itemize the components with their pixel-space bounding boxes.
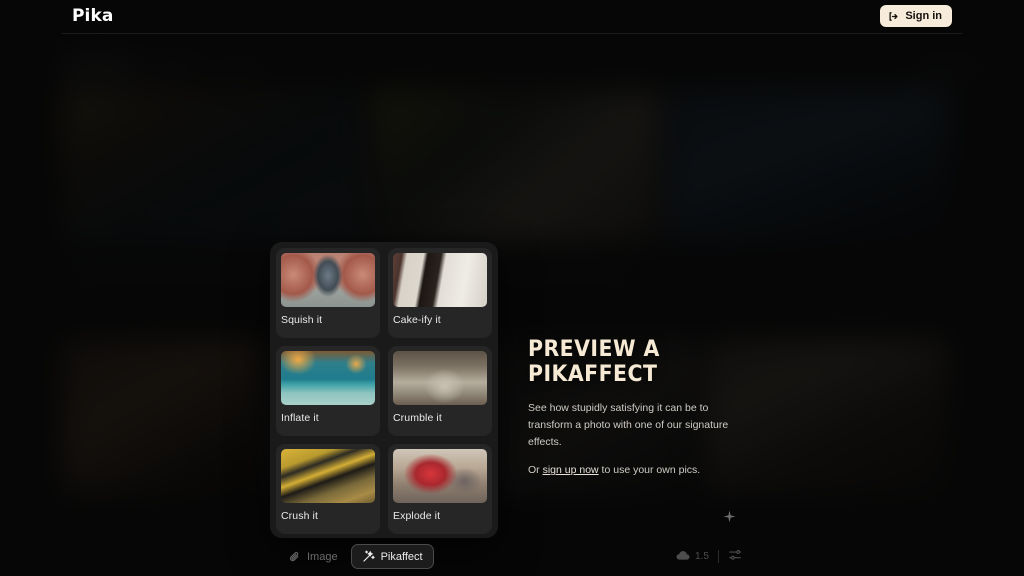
model-version-label: 1.5 <box>695 551 709 562</box>
sign-in-label: Sign in <box>905 10 942 22</box>
effect-card-squish[interactable]: Squish it <box>276 248 380 338</box>
cloud-icon <box>676 550 690 564</box>
pikaffect-effect-grid[interactable]: Squish it Cake-ify it Inflate it Crumble it… <box>270 242 498 538</box>
pikaffect-picker-panel[interactable]: Squish it Cake-ify it Inflate it Crumble it… <box>270 242 498 538</box>
image-attach-button[interactable]: Image <box>278 544 349 569</box>
promo-signup-paragraph: Or sign up now to use your own pics. <box>528 462 746 479</box>
effect-card-explode[interactable]: Explode it <box>388 444 492 534</box>
promo-title-line-2: PIKAFFECT <box>528 361 658 387</box>
topbar-divider <box>62 33 962 34</box>
effect-thumbnail <box>281 449 375 503</box>
sliders-icon <box>728 548 742 565</box>
sign-in-button[interactable]: Sign in <box>880 5 952 27</box>
promo-title-line-1: PREVIEW A <box>528 337 660 362</box>
promo-body: See how stupidly satisfying it can be to… <box>528 400 746 479</box>
effect-card-crumble[interactable]: Crumble it <box>388 346 492 436</box>
bottom-toolbar: Image Pikaffect 1.5 <box>0 538 1024 576</box>
settings-button[interactable] <box>728 548 742 565</box>
promo-signup-suffix: to use your own pics. <box>598 464 701 477</box>
promo-body-paragraph: See how stupidly satisfying it can be to… <box>528 402 729 449</box>
pikaffect-tab-label: Pikaffect <box>380 550 423 563</box>
attachment-tool-group: Image Pikaffect <box>278 544 434 569</box>
effect-card-cake-ify[interactable]: Cake-ify it <box>388 248 492 338</box>
effect-thumbnail <box>281 253 375 307</box>
login-arrow-icon <box>888 11 899 22</box>
enhance-prompt-button[interactable] <box>716 506 742 532</box>
effect-thumbnail <box>281 351 375 405</box>
promo-signup-prefix: Or <box>528 464 543 477</box>
effect-label: Explode it <box>393 510 441 522</box>
model-version-button[interactable]: 1.5 <box>676 550 709 564</box>
effect-label: Inflate it <box>281 412 319 424</box>
pika-app-window: Pika Sign in Squish it Cake-ify it Inflate… <box>0 0 1024 576</box>
effect-card-crush[interactable]: Crush it <box>276 444 380 534</box>
effect-thumbnail <box>393 351 487 405</box>
magic-wand-icon <box>362 550 375 563</box>
sparkle-icon <box>722 510 736 528</box>
promo-panel: PREVIEW A PIKAFFECT See how stupidly sat… <box>528 337 768 479</box>
toolbar-divider <box>717 550 719 563</box>
model-meta-group: 1.5 <box>676 548 742 565</box>
promo-title: PREVIEW A PIKAFFECT <box>528 337 751 387</box>
effect-thumbnail <box>393 253 487 307</box>
image-attach-label: Image <box>307 550 338 563</box>
effect-thumbnail <box>393 449 487 503</box>
paperclip-icon <box>289 551 301 563</box>
top-navigation-bar: Pika Sign in <box>0 0 1024 33</box>
effect-label: Cake-ify it <box>393 314 441 326</box>
sign-up-now-link[interactable]: sign up now <box>543 464 599 476</box>
effect-label: Crush it <box>281 510 318 522</box>
effect-label: Crumble it <box>393 412 442 424</box>
effect-card-inflate[interactable]: Inflate it <box>276 346 380 436</box>
modal-scrim-overlay[interactable] <box>0 0 1024 576</box>
pikaffect-tab-button[interactable]: Pikaffect <box>350 544 434 569</box>
pika-logo[interactable]: Pika <box>72 6 113 26</box>
effect-label: Squish it <box>281 314 323 326</box>
